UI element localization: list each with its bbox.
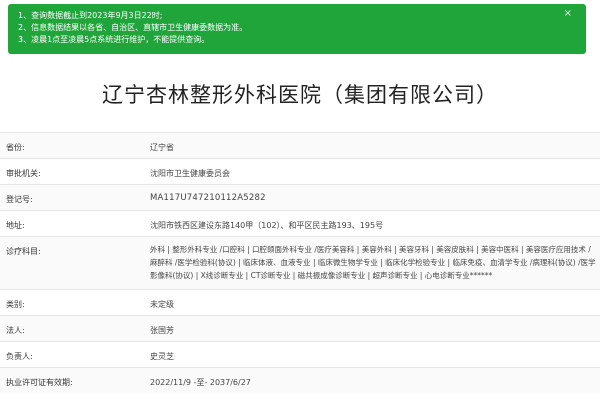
row-label: 诊疗科目: (6, 247, 41, 256)
table-row-registration: 登记号: MA117U747210112A5282 (0, 184, 600, 210)
row-value: 张国芳 (150, 326, 174, 335)
table-row-category: 类别: 未定级 (0, 289, 600, 315)
row-value: 沈阳市卫生健康委员会 (150, 169, 230, 178)
notice-line-2: 2、信息数据结果以各省、自治区、直辖市卫生健康委数据为准。 (18, 23, 248, 32)
row-value: 史灵芝 (150, 352, 174, 361)
row-label: 法人: (6, 326, 25, 335)
row-value: MA117U747210112A5282 (150, 193, 266, 203)
close-icon[interactable]: × (564, 8, 572, 20)
table-row-subjects: 诊疗科目: 外科 | 整形外科专业 /口腔科 | 口腔颌面外科专业 /医疗美容科… (0, 236, 600, 289)
notice-area: 1、查询数据截止到2023年9月3日22时; 2、信息数据结果以各省、自治区、直… (0, 0, 600, 62)
page-title: 辽宁杏林整形外科医院（集团有限公司） (102, 83, 498, 107)
table-row-principal: 负责人: 史灵芝 (0, 341, 600, 367)
row-label: 省份: (6, 143, 25, 152)
row-label: 登记号: (6, 195, 33, 204)
row-label: 负责人: (6, 352, 33, 361)
table-row-address: 地址: 沈阳市铁西区建设东路140甲（102）、和平区民主路193、195号 (0, 210, 600, 236)
notice-line-3: 3、凌晨1点至凌晨5点系统进行维护，不能提供查询。 (18, 35, 210, 44)
notice-line-1: 1、查询数据截止到2023年9月3日22时; (18, 11, 163, 20)
row-label: 审批机关: (6, 169, 41, 178)
notice-banner: 1、查询数据截止到2023年9月3日22时; 2、信息数据结果以各省、自治区、直… (8, 4, 586, 54)
row-value: 外科 | 整形外科专业 /口腔科 | 口腔颌面外科专业 /医疗美容科 | 美容外… (150, 245, 596, 280)
row-value: 辽宁省 (150, 143, 174, 152)
row-value: 沈阳市铁西区建设东路140甲（102）、和平区民主路193、195号 (150, 221, 384, 230)
row-label: 执业许可证有效期: (6, 378, 73, 387)
table-row-approval: 审批机关: 沈阳市卫生健康委员会 (0, 158, 600, 184)
row-label: 类别: (6, 300, 25, 309)
row-label: 地址: (6, 221, 25, 230)
row-value: 2022/11/9 -至- 2037/6/27 (150, 378, 251, 387)
table-row-legal-person: 法人: 张国芳 (0, 315, 600, 341)
table-row-province: 省份: 辽宁省 (0, 132, 600, 158)
table-row-license-validity: 执业许可证有效期: 2022/11/9 -至- 2037/6/27 (0, 367, 600, 393)
row-value: 未定级 (150, 300, 174, 309)
hospital-info-table: 省份: 辽宁省 审批机关: 沈阳市卫生健康委员会 登记号: MA117U7472… (0, 132, 600, 393)
